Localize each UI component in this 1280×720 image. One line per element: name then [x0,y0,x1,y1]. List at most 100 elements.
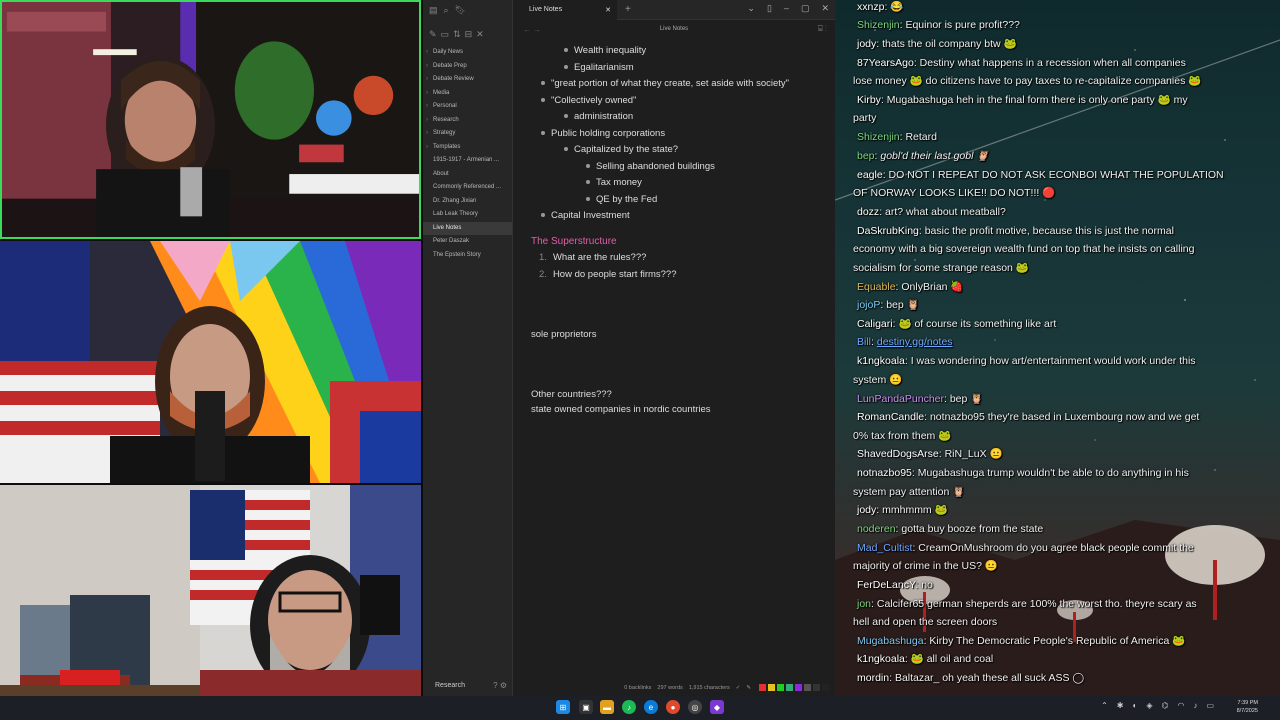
new-folder-icon[interactable]: ▭ [441,29,450,40]
outline-item[interactable]: "great portion of what they create, set … [541,78,789,89]
chat-username[interactable]: bep [857,150,875,162]
chat-username[interactable]: Equable [857,281,896,293]
edge-icon[interactable]: e [644,700,658,714]
file-item[interactable]: Dr. Zhang Jixian [423,195,512,209]
backlinks-count[interactable]: 0 backlinks [624,685,651,691]
minimize-icon[interactable]: – [784,3,789,14]
folder-item[interactable]: Media [423,87,512,101]
edit-icon[interactable]: ✎ [746,685,751,691]
chat-username[interactable]: LunPandaPuncher [857,393,944,405]
bullet-icon[interactable] [541,98,545,103]
folder-item[interactable]: Templates [423,141,512,155]
search-icon[interactable]: ⌕ [444,5,449,16]
outline-item[interactable]: "Collectively owned" [541,95,636,106]
folder-item[interactable]: Debate Prep [423,60,512,74]
new-tab-icon[interactable]: + [625,4,631,15]
close-tab-icon[interactable]: ✕ [605,6,611,14]
network-icon[interactable]: ⌬ [1161,701,1168,710]
outline-item[interactable]: Selling abandoned buildings [586,161,715,172]
outline-item[interactable]: Capital Investment [541,210,630,221]
close-icon[interactable]: ✕ [476,29,484,40]
file-item[interactable]: The Epstein Story [423,249,512,263]
file-item[interactable]: Lab Leak Theory [423,208,512,222]
bullet-icon[interactable] [564,147,568,152]
paragraph[interactable]: Other countries??? [531,389,612,400]
volume-icon[interactable]: ♪ [1193,701,1197,710]
outline-item[interactable]: Wealth inequality [564,45,646,56]
task-view-icon[interactable]: ▣ [579,700,593,714]
folder-item[interactable]: Personal [423,100,512,114]
chat-username[interactable]: jody [857,504,876,516]
start-icon[interactable]: ⊞ [556,700,570,714]
chat-username[interactable]: Mad_Cultist [857,542,912,554]
chat-username[interactable]: Shizenjin [857,131,900,143]
chevron-down-icon[interactable]: ⌄ [747,3,755,14]
file-explorer-icon[interactable]: ▬ [600,700,614,714]
file-item[interactable]: About [423,168,512,182]
chevron-up-icon[interactable]: ⌃ [1101,701,1108,710]
nav-arrows-icon[interactable]: ← → [523,25,541,34]
folder-item[interactable]: Daily News [423,46,512,60]
bluetooth-icon[interactable]: ✱ [1117,701,1124,710]
chat-username[interactable]: Bill [857,336,871,348]
chat-username[interactable]: k1ngkoala [857,355,905,367]
bullet-icon[interactable] [564,65,568,70]
obsidian-icon[interactable]: ◆ [710,700,724,714]
paragraph[interactable]: sole proprietors [531,329,596,340]
color-swatch[interactable] [768,683,775,691]
file-item[interactable]: Commonly Referenced ... [423,181,512,195]
vault-switcher[interactable]: Research ? ⚙ [423,674,513,696]
file-item[interactable]: 1915-1917 - Armenian ... [423,154,512,168]
chat-username[interactable]: jojoP [857,299,880,311]
paragraph[interactable]: state owned companies in nordic countrie… [531,404,711,415]
outline-item[interactable]: Tax money [586,177,642,188]
obs-icon[interactable]: ◎ [688,700,702,714]
outline-item[interactable]: Egalitarianism [564,62,634,73]
bullet-icon[interactable] [564,114,568,119]
file-item[interactable]: Live Notes [423,221,512,235]
chat-username[interactable]: eagle [857,169,883,181]
security-icon[interactable]: ◈ [1146,701,1152,710]
folder-item[interactable]: Debate Review [423,73,512,87]
spotify-icon[interactable]: ♪ [622,700,636,714]
chat-username[interactable]: FerDeLancY [857,579,915,591]
chat-username[interactable]: jon [857,598,871,610]
bullet-icon[interactable] [586,197,590,202]
new-note-icon[interactable]: ✎ [429,29,437,40]
chat-username[interactable]: noderen [857,523,896,535]
outline-item[interactable]: Public holding corporations [541,128,665,139]
numbered-item[interactable]: 1. What are the rules??? [539,252,646,263]
wifi-icon[interactable]: ◠ [1177,701,1184,710]
numbered-item[interactable]: 2. How do people start firms??? [539,269,677,280]
maximize-icon[interactable]: ▢ [801,3,810,14]
color-swatch[interactable] [777,683,784,691]
bullet-icon[interactable] [541,213,545,218]
chrome-icon[interactable]: ● [666,700,680,714]
help-icon[interactable]: ? ⚙ [493,681,507,690]
chat-username[interactable]: Caligari [857,318,893,330]
chat-username[interactable]: Kirby [857,94,881,106]
files-icon[interactable]: ▤ [429,5,438,16]
chat-username[interactable]: mordin [857,672,889,684]
chat-username[interactable]: Shizenjin [857,19,900,31]
bullet-icon[interactable] [586,164,590,169]
app-tray-icon[interactable]: ◐ [1132,701,1137,710]
chat-username[interactable]: notnazbo95 [857,467,912,479]
battery-icon[interactable]: ▭ [1206,701,1214,710]
clock[interactable]: 7:39 PM 8/7/2025 [1237,699,1258,715]
bookmark-icon[interactable]: 🔖︎ [455,5,466,16]
outline-item[interactable]: QE by the Fed [586,194,657,205]
chat-username[interactable]: k1ngkoala [857,653,905,665]
color-swatch[interactable] [804,683,811,691]
sidebar-toggle-icon[interactable]: ▯ [767,3,772,14]
sort-icon[interactable]: ⇅ [453,29,461,40]
tab-live-notes[interactable]: Live Notes ✕ [513,0,617,20]
chat-username[interactable]: DaSkrubKing [857,225,919,237]
folder-item[interactable]: Research [423,114,512,128]
chat-username[interactable]: dozz [857,206,879,218]
bullet-icon[interactable] [564,48,568,53]
color-swatch[interactable] [822,683,829,691]
folder-item[interactable]: Strategy [423,127,512,141]
color-swatch[interactable] [795,683,802,691]
reading-view-icon[interactable]: ⌸ ⋮ [818,24,827,34]
